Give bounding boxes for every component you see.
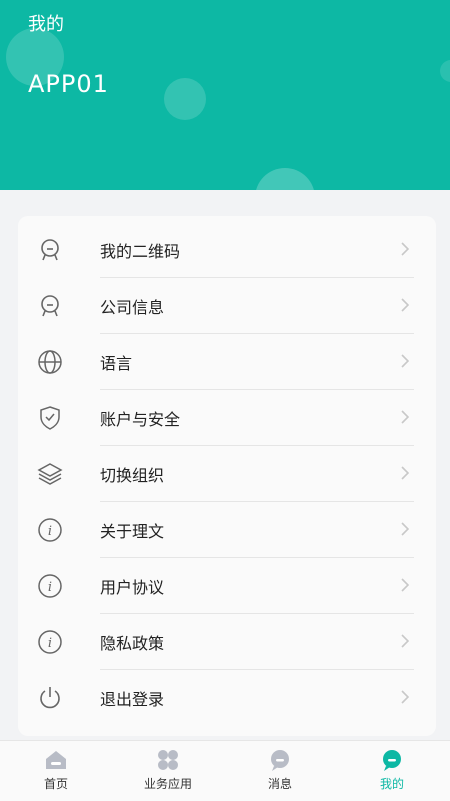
chevron-right-icon (396, 576, 414, 594)
menu-item-account-security[interactable]: 账户与安全 (18, 390, 436, 446)
tab-label: 业务应用 (143, 777, 192, 791)
qr-icon (36, 236, 64, 264)
svg-text:i: i (48, 524, 52, 539)
chevron-right-icon (396, 296, 414, 314)
chevron-right-icon (396, 464, 414, 482)
profile-icon (379, 747, 405, 773)
chevron-right-icon (396, 632, 414, 650)
app-name: APP01 (28, 70, 109, 98)
tab-profile[interactable]: 我的 (336, 741, 448, 801)
decor-bubble (164, 78, 206, 120)
decor-bubble (440, 60, 450, 82)
globe-icon (36, 348, 64, 376)
page-title: 我的 (28, 14, 64, 35)
menu-item-switch-organization[interactable]: 切换组织 (18, 446, 436, 502)
info-icon: i (36, 572, 64, 600)
menu-item-qr-code[interactable]: 我的二维码 (18, 222, 436, 278)
menu-item-label: 语言 (100, 354, 133, 373)
bottom-tab-bar: 首页 业务应用 消息 我的 (0, 740, 450, 801)
svg-text:i: i (48, 580, 52, 595)
menu-item-label: 隐私政策 (100, 634, 165, 653)
tab-label: 首页 (43, 777, 68, 791)
decor-bubble (255, 168, 315, 190)
chevron-right-icon (396, 688, 414, 706)
info-icon: i (36, 628, 64, 656)
profile-header: 我的 APP01 (0, 0, 450, 190)
tab-business-apps[interactable]: 业务应用 (112, 741, 224, 801)
menu-item-language[interactable]: 语言 (18, 334, 436, 390)
info-icon: i (36, 516, 64, 544)
tab-label: 我的 (379, 777, 404, 791)
chevron-right-icon (396, 520, 414, 538)
menu-item-label: 公司信息 (100, 298, 165, 317)
shield-icon (36, 404, 64, 432)
chevron-right-icon (396, 408, 414, 426)
menu-item-about[interactable]: i 关于理文 (18, 502, 436, 558)
menu-item-label: 我的二维码 (100, 242, 181, 261)
layers-icon (36, 460, 64, 488)
home-icon (43, 747, 69, 773)
tab-messages[interactable]: 消息 (224, 741, 336, 801)
tab-label: 消息 (267, 777, 292, 791)
menu-item-label: 切换组织 (100, 466, 165, 485)
menu-item-company-info[interactable]: 公司信息 (18, 278, 436, 334)
menu-item-logout[interactable]: 退出登录 (18, 670, 436, 726)
message-icon (267, 747, 293, 773)
menu-item-label: 关于理文 (100, 522, 165, 541)
svg-text:i: i (48, 636, 52, 651)
menu-item-label: 退出登录 (100, 690, 165, 709)
chevron-right-icon (396, 352, 414, 370)
apps-icon (155, 747, 181, 773)
company-icon (36, 292, 64, 320)
tab-home[interactable]: 首页 (0, 741, 112, 801)
menu-card: 我的二维码 公司信息 语言 账户与安全 切换组织 i 关于理文 i 用户协议 i… (18, 216, 436, 736)
menu-item-user-agreement[interactable]: i 用户协议 (18, 558, 436, 614)
power-icon (36, 684, 64, 712)
menu-item-label: 账户与安全 (100, 410, 181, 429)
chevron-right-icon (396, 240, 414, 258)
menu-item-privacy-policy[interactable]: i 隐私政策 (18, 614, 436, 670)
menu-item-label: 用户协议 (100, 578, 165, 597)
